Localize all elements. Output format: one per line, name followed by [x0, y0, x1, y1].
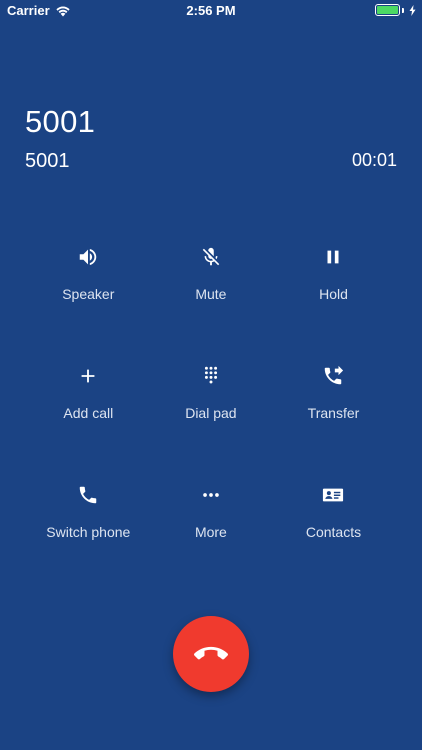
actions-row: Speaker Mute Hold — [27, 244, 395, 363]
end-call-button[interactable] — [173, 616, 249, 692]
more-button[interactable]: More — [150, 482, 273, 601]
dialpad-icon — [198, 363, 224, 389]
hang-up-icon — [194, 646, 228, 660]
mute-label: Mute — [195, 286, 227, 302]
status-time: 2:56 PM — [186, 3, 236, 18]
contacts-button[interactable]: Contacts — [272, 482, 395, 601]
pause-icon — [320, 244, 346, 270]
hold-button[interactable]: Hold — [272, 244, 395, 363]
battery-icon — [375, 4, 400, 16]
more-icon — [198, 482, 224, 508]
status-bar: Carrier 2:56 PM — [0, 0, 422, 22]
add-call-label: Add call — [63, 405, 114, 421]
transfer-label: Transfer — [307, 405, 360, 421]
caller-number: 5001 — [25, 150, 70, 172]
dial-pad-label: Dial pad — [185, 405, 237, 421]
speaker-button[interactable]: Speaker — [27, 244, 150, 363]
actions-row: Add call Dial pad Transfer — [27, 363, 395, 482]
mute-button[interactable]: Mute — [150, 244, 273, 363]
speaker-label: Speaker — [62, 286, 115, 302]
battery-level — [377, 6, 398, 14]
contact-card-icon — [320, 482, 346, 508]
battery-cap — [402, 7, 404, 13]
switch-phone-button[interactable]: Switch phone — [27, 482, 150, 601]
transfer-button[interactable]: Transfer — [272, 363, 395, 482]
actions-row: Switch phone More Contacts — [27, 482, 395, 601]
battery-indicator — [375, 4, 416, 16]
call-duration: 00:01 — [351, 150, 397, 170]
call-actions-grid: Speaker Mute Hold Add call Dial pad Tran… — [27, 244, 395, 601]
call-screen: Carrier 2:56 PM 5001 5001 00:01 Speaker … — [0, 0, 422, 750]
add-call-button[interactable]: Add call — [27, 363, 150, 482]
phone-icon — [75, 482, 101, 508]
contacts-label: Contacts — [305, 524, 362, 540]
charging-bolt-icon — [409, 4, 416, 16]
speaker-icon — [75, 244, 101, 270]
switch-phone-label: Switch phone — [46, 524, 131, 540]
phone-forward-icon — [320, 363, 346, 389]
hold-label: Hold — [319, 286, 348, 302]
mic-off-icon — [198, 244, 224, 270]
plus-icon — [75, 363, 101, 389]
more-label: More — [194, 524, 227, 540]
caller-name: 5001 — [25, 104, 96, 139]
dial-pad-button[interactable]: Dial pad — [150, 363, 273, 482]
